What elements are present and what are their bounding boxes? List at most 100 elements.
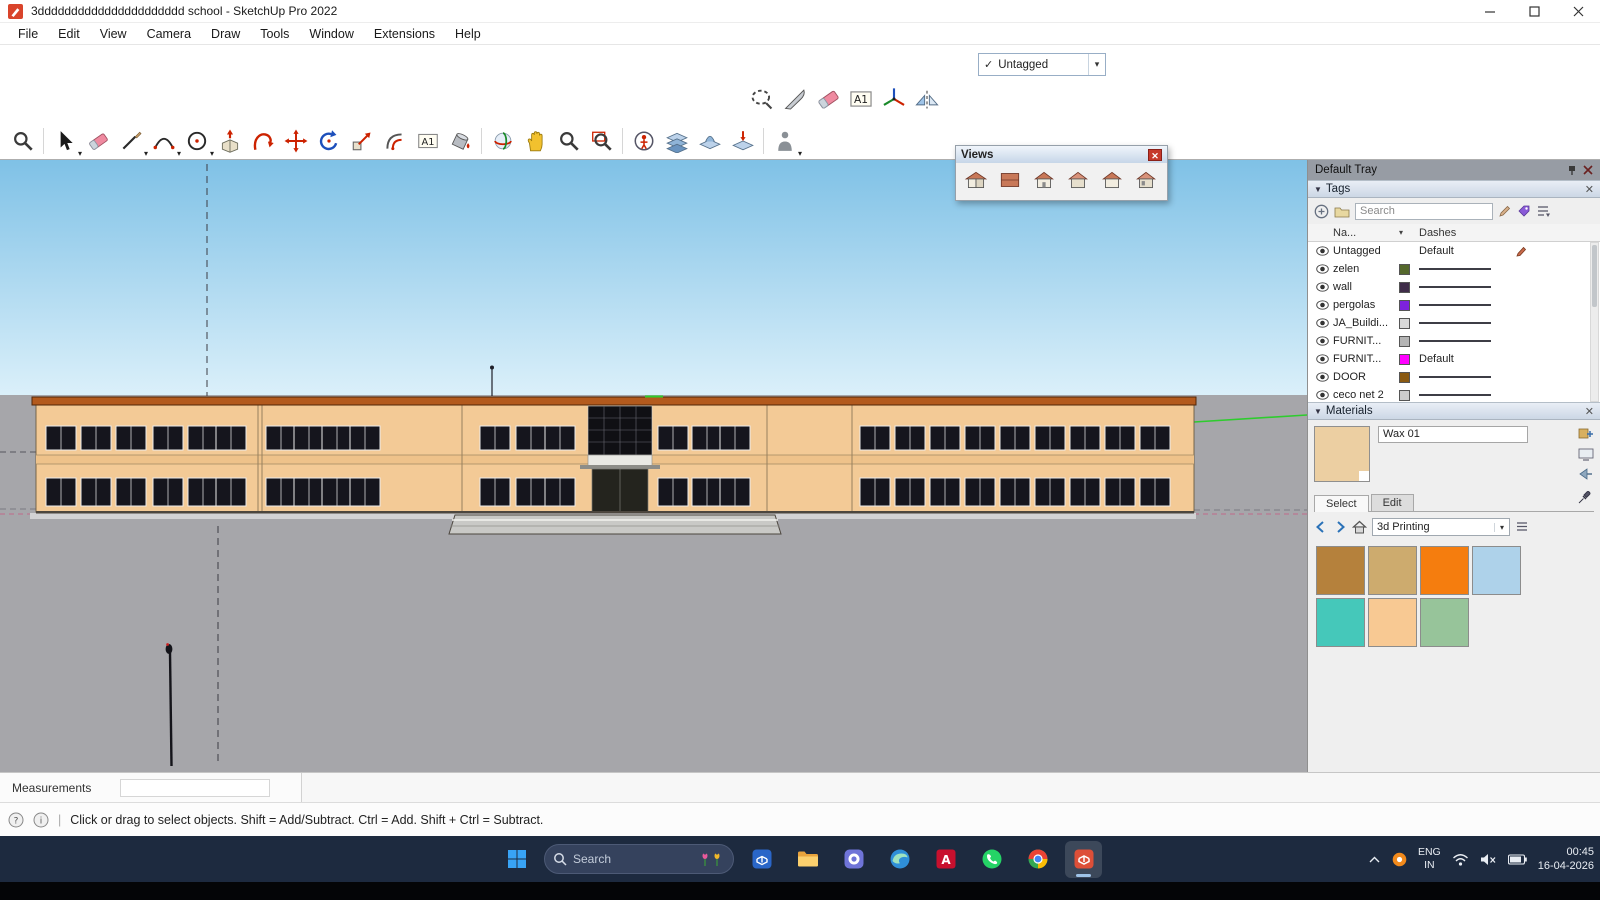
material-swatch-tan[interactable] — [1368, 546, 1417, 595]
tag-filter-dropdown[interactable]: ✓ Untagged ▾ — [978, 53, 1106, 76]
app-sketchup-viewer[interactable] — [743, 841, 780, 878]
edit-pencil-icon[interactable] — [1498, 204, 1512, 218]
view-back-button[interactable] — [1098, 166, 1126, 194]
view-front-button[interactable] — [1030, 166, 1058, 194]
tray-header[interactable]: Default Tray — [1308, 160, 1600, 180]
tag-row-furniture-2[interactable]: FURNIT... Default — [1308, 350, 1600, 368]
tag-label-icon[interactable] — [1517, 204, 1531, 218]
line-tool[interactable]: ▾ — [114, 125, 147, 156]
material-category-dropdown[interactable]: 3d Printing ▾ — [1372, 518, 1510, 536]
tag-row-pergolas[interactable]: pergolas — [1308, 296, 1600, 314]
tray-orange-app-icon[interactable] — [1392, 852, 1407, 867]
view-iso-button[interactable] — [962, 166, 990, 194]
position-camera-tool[interactable] — [627, 125, 660, 156]
menu-file[interactable]: File — [8, 24, 48, 44]
materials-close-icon[interactable]: ✕ — [1585, 405, 1594, 418]
add-tag-icon[interactable] — [1314, 204, 1329, 219]
sample-paint-eyedropper-icon[interactable] — [1577, 490, 1592, 508]
dash-edit-pencil-icon[interactable] — [1515, 245, 1528, 258]
collapse-triangle-icon[interactable]: ▼ — [1314, 407, 1322, 416]
view-left-button[interactable] — [1132, 166, 1160, 194]
search-input[interactable] — [573, 852, 693, 866]
orbit-tool[interactable] — [486, 125, 519, 156]
add-folder-icon[interactable] — [1334, 205, 1350, 218]
material-swatch-orange[interactable] — [1420, 546, 1469, 595]
menu-camera[interactable]: Camera — [137, 24, 201, 44]
dimension-text-tool[interactable]: A1 — [844, 83, 877, 114]
views-panel-titlebar[interactable]: Views ✕ — [956, 146, 1167, 163]
menu-edit[interactable]: Edit — [48, 24, 90, 44]
material-swatch-teal[interactable] — [1316, 598, 1365, 647]
back-arrow-icon[interactable] — [1314, 520, 1328, 534]
tab-select[interactable]: Select — [1314, 495, 1369, 512]
material-swatch-green[interactable] — [1420, 598, 1469, 647]
menu-window[interactable]: Window — [299, 24, 363, 44]
material-name-field[interactable]: Wax 01 — [1378, 426, 1528, 443]
language-indicator[interactable]: ENG IN — [1418, 846, 1441, 871]
walk-tool[interactable]: ▾ — [768, 125, 801, 156]
arc-tool[interactable]: ▾ — [147, 125, 180, 156]
taskbar-search[interactable] — [544, 844, 734, 874]
sandbox-from-contours-tool[interactable] — [660, 125, 693, 156]
wifi-icon[interactable] — [1452, 853, 1469, 866]
eraser-large-tool[interactable] — [811, 83, 844, 114]
tag-color-chip[interactable] — [1399, 372, 1410, 383]
select-tool[interactable]: ▾ — [48, 125, 81, 156]
pan-tool[interactable] — [519, 125, 552, 156]
view-top-button[interactable] — [996, 166, 1024, 194]
app-whatsapp[interactable] — [973, 841, 1010, 878]
menu-help[interactable]: Help — [445, 24, 491, 44]
tray-chevron-up-icon[interactable] — [1368, 855, 1381, 864]
app-edge[interactable] — [881, 841, 918, 878]
column-dashes-header[interactable]: Dashes — [1419, 227, 1515, 239]
visibility-eye-icon[interactable] — [1316, 246, 1329, 256]
rotate-tool[interactable] — [312, 125, 345, 156]
materials-section-header[interactable]: ▼ Materials ✕ — [1308, 402, 1600, 420]
app-adobe-acrobat[interactable]: A — [927, 841, 964, 878]
model-viewport[interactable] — [0, 160, 1307, 772]
tag-dash-preview[interactable] — [1419, 268, 1491, 270]
zoom-window-tool[interactable] — [6, 125, 39, 156]
list-view-icon[interactable] — [1515, 520, 1529, 534]
visibility-eye-icon[interactable] — [1316, 264, 1329, 274]
flip-tool[interactable] — [910, 83, 943, 114]
tag-dash-preview[interactable] — [1419, 304, 1491, 306]
visibility-eye-icon[interactable] — [1316, 282, 1329, 292]
taskbar-clock[interactable]: 00:45 16-04-2026 — [1538, 845, 1594, 874]
details-list-icon[interactable] — [1536, 204, 1550, 218]
move-tool[interactable] — [279, 125, 312, 156]
display-secondary-pane-icon[interactable] — [1578, 448, 1594, 461]
sort-chevron-icon[interactable]: ▾ — [1399, 228, 1419, 237]
tag-dashes-value[interactable]: Default — [1419, 245, 1515, 257]
viewport-canvas[interactable] — [0, 160, 1307, 772]
scale-tool[interactable] — [345, 125, 378, 156]
visibility-eye-icon[interactable] — [1316, 336, 1329, 346]
battery-icon[interactable] — [1508, 854, 1527, 865]
forward-arrow-icon[interactable] — [1333, 520, 1347, 534]
volume-muted-icon[interactable] — [1480, 853, 1497, 866]
tray-close-icon[interactable] — [1583, 165, 1593, 175]
tags-section-header[interactable]: ▼ Tags ✕ — [1308, 180, 1600, 198]
material-swatch-wood-brown[interactable] — [1316, 546, 1365, 595]
visibility-eye-icon[interactable] — [1316, 390, 1329, 400]
visibility-eye-icon[interactable] — [1316, 354, 1329, 364]
tab-edit[interactable]: Edit — [1371, 494, 1414, 511]
chevron-down-icon[interactable]: ▾ — [1088, 54, 1105, 75]
tag-color-chip[interactable] — [1399, 264, 1410, 275]
help-icon[interactable]: ? — [8, 812, 24, 828]
menu-draw[interactable]: Draw — [201, 24, 250, 44]
tag-color-chip[interactable] — [1399, 390, 1410, 401]
visibility-eye-icon[interactable] — [1316, 300, 1329, 310]
tag-row-furniture-1[interactable]: FURNIT... — [1308, 332, 1600, 350]
paint-bucket-tool[interactable] — [444, 125, 477, 156]
tags-search-input[interactable] — [1355, 203, 1493, 220]
follow-me-tool[interactable] — [246, 125, 279, 156]
zoom-tool[interactable] — [552, 125, 585, 156]
push-pull-tool[interactable] — [213, 125, 246, 156]
start-button[interactable] — [498, 841, 535, 878]
offset-tool[interactable] — [378, 125, 411, 156]
tag-dash-preview[interactable] — [1419, 340, 1491, 342]
tag-row-ja-building[interactable]: JA_Buildi... — [1308, 314, 1600, 332]
tag-color-chip[interactable] — [1399, 354, 1410, 365]
zoom-extents-tool[interactable] — [585, 125, 618, 156]
